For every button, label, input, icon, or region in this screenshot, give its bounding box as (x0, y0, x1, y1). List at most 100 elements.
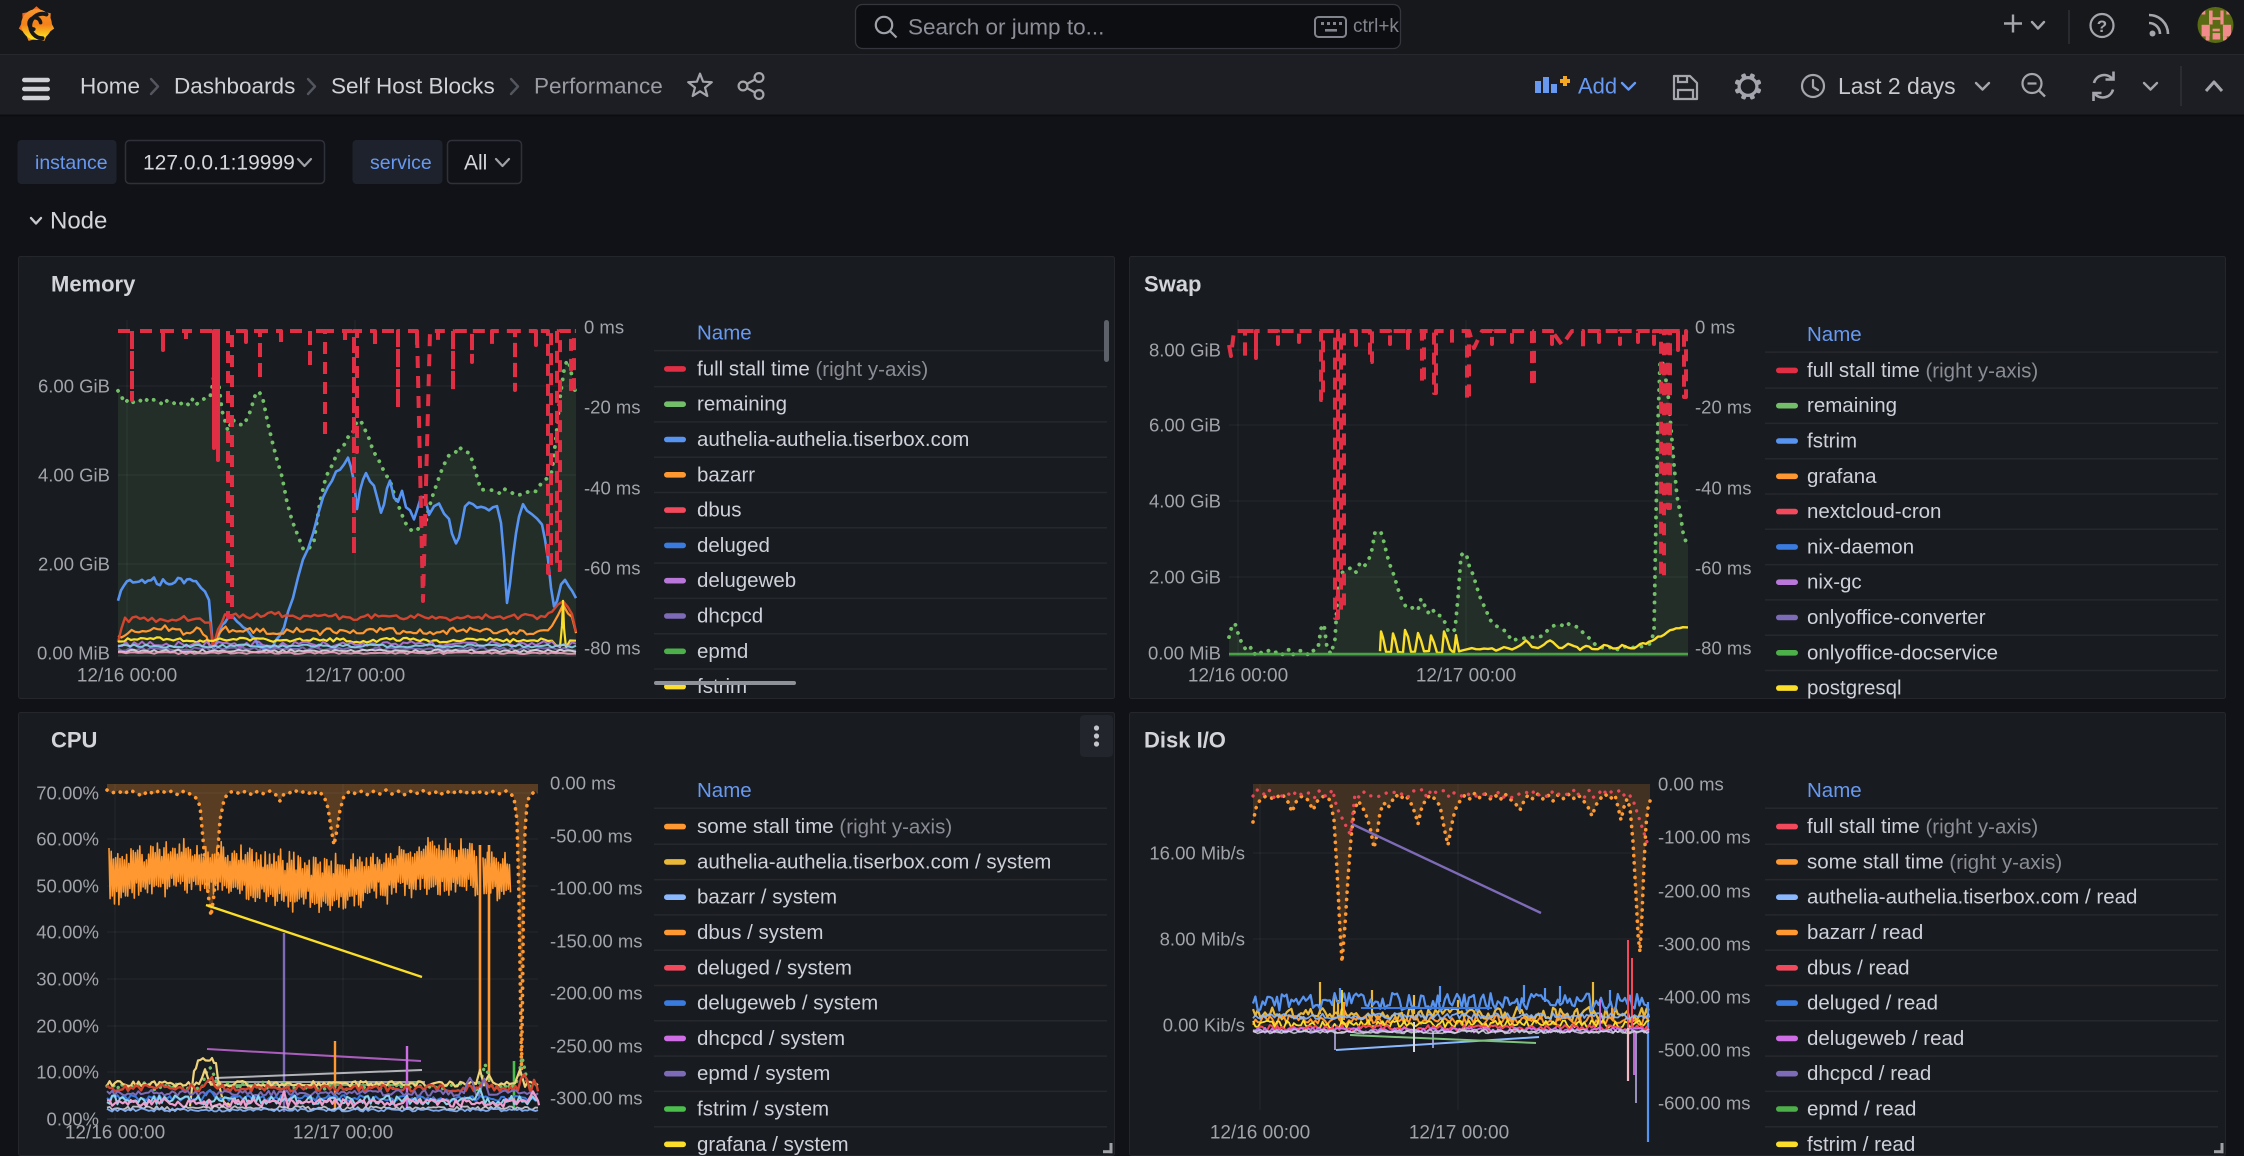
svg-text:some stall time (right y-axis): some stall time (right y-axis) (1807, 850, 2062, 873)
svg-text:authelia-authelia.tiserbox.com: authelia-authelia.tiserbox.com / system (697, 850, 1051, 873)
svg-text:Add: Add (1578, 74, 1617, 99)
svg-text:authelia-authelia.tiserbox.com: authelia-authelia.tiserbox.com / read (1807, 886, 2137, 909)
svg-text:4.00 GiB: 4.00 GiB (1149, 491, 1221, 512)
svg-text:-200.00 ms: -200.00 ms (1658, 881, 1751, 902)
svg-text:full stall time (right y-axis): full stall time (right y-axis) (1807, 815, 2038, 838)
svg-text:-100.00 ms: -100.00 ms (1658, 827, 1751, 848)
svg-text:delugeweb: delugeweb (697, 569, 796, 592)
svg-text:8.00 Mib/s: 8.00 Mib/s (1160, 929, 1245, 950)
svg-text:16.00 Mib/s: 16.00 Mib/s (1149, 843, 1245, 864)
svg-text:full stall time (right y-axis): full stall time (right y-axis) (1807, 359, 2038, 382)
svg-text:some stall time (right y-axis): some stall time (right y-axis) (697, 815, 952, 838)
svg-text:grafana / system: grafana / system (697, 1133, 849, 1156)
svg-text:-80 ms: -80 ms (1695, 638, 1752, 659)
svg-text:fstrim / read: fstrim / read (1807, 1133, 1915, 1156)
svg-text:Performance: Performance (534, 74, 663, 99)
svg-text:Disk I/O: Disk I/O (1144, 728, 1226, 753)
svg-text:dbus / system: dbus / system (697, 921, 823, 944)
svg-text:full stall time (right y-axis): full stall time (right y-axis) (697, 357, 928, 380)
svg-text:12/16 00:00: 12/16 00:00 (65, 1123, 165, 1144)
svg-text:Dashboards: Dashboards (174, 74, 295, 99)
svg-text:-100.00 ms: -100.00 ms (550, 878, 643, 899)
svg-text:-60 ms: -60 ms (584, 558, 641, 579)
svg-text:fstrim: fstrim (1807, 430, 1857, 453)
svg-text:60.00%: 60.00% (36, 829, 99, 850)
svg-text:Last 2 days: Last 2 days (1838, 73, 1956, 99)
svg-text:Name: Name (697, 779, 752, 802)
svg-text:dhcpcd: dhcpcd (697, 605, 763, 628)
svg-text:-500.00 ms: -500.00 ms (1658, 1040, 1751, 1061)
svg-text:70.00%: 70.00% (36, 783, 99, 804)
svg-text:Self Host Blocks: Self Host Blocks (331, 74, 495, 99)
svg-text:12/17 00:00: 12/17 00:00 (1409, 1123, 1509, 1144)
svg-text:onlyoffice-converter: onlyoffice-converter (1807, 606, 1986, 629)
svg-text:12/17 00:00: 12/17 00:00 (1416, 666, 1516, 687)
svg-text:12/16 00:00: 12/16 00:00 (1210, 1123, 1310, 1144)
svg-text:?: ? (2097, 17, 2107, 36)
svg-text:-20 ms: -20 ms (584, 397, 641, 418)
svg-text:remaining: remaining (1807, 394, 1897, 417)
svg-text:6.00 GiB: 6.00 GiB (38, 376, 110, 397)
svg-text:nix-daemon: nix-daemon (1807, 535, 1914, 558)
svg-text:20.00%: 20.00% (36, 1016, 99, 1037)
svg-text:127.0.0.1:19999: 127.0.0.1:19999 (143, 152, 295, 175)
svg-text:epmd / read: epmd / read (1807, 1098, 1916, 1121)
svg-text:-600.00 ms: -600.00 ms (1658, 1093, 1751, 1114)
svg-text:-150.00 ms: -150.00 ms (550, 931, 643, 952)
svg-text:-250.00 ms: -250.00 ms (550, 1036, 643, 1057)
svg-text:delugeweb / system: delugeweb / system (697, 992, 878, 1015)
svg-text:-200.00 ms: -200.00 ms (550, 983, 643, 1004)
svg-text:deluged: deluged (697, 534, 770, 557)
svg-text:bazarr: bazarr (697, 463, 755, 486)
svg-text:delugeweb / read: delugeweb / read (1807, 1027, 1964, 1050)
svg-text:-20 ms: -20 ms (1695, 397, 1752, 418)
svg-text:service: service (370, 152, 432, 174)
svg-text:nix-gc: nix-gc (1807, 571, 1862, 594)
svg-text:bazarr / system: bazarr / system (697, 886, 837, 909)
svg-text:2.00 GiB: 2.00 GiB (38, 554, 110, 575)
svg-text:Node: Node (50, 208, 107, 235)
svg-text:12/17 00:00: 12/17 00:00 (305, 666, 405, 687)
svg-text:Home: Home (80, 74, 140, 99)
svg-text:postgresql: postgresql (1807, 677, 1902, 699)
svg-text:epmd / system: epmd / system (697, 1062, 830, 1085)
svg-text:10.00%: 10.00% (36, 1062, 99, 1083)
svg-text:8.00 GiB: 8.00 GiB (1149, 340, 1221, 361)
svg-text:Name: Name (697, 322, 752, 345)
svg-text:fstrim: fstrim (697, 675, 747, 698)
svg-text:fstrim / system: fstrim / system (697, 1098, 829, 1121)
svg-text:instance: instance (35, 152, 108, 174)
svg-text:12/16 00:00: 12/16 00:00 (77, 666, 177, 687)
svg-text:dhcpcd / read: dhcpcd / read (1807, 1062, 1931, 1085)
svg-text:4.00 GiB: 4.00 GiB (38, 465, 110, 486)
svg-text:epmd: epmd (697, 640, 748, 663)
svg-text:deluged / system: deluged / system (697, 956, 852, 979)
svg-text:Swap: Swap (1144, 272, 1201, 297)
svg-text:dbus / read: dbus / read (1807, 956, 1910, 979)
svg-text:2.00 GiB: 2.00 GiB (1149, 567, 1221, 588)
svg-text:Name: Name (1807, 323, 1862, 346)
svg-text:0 ms: 0 ms (1695, 317, 1735, 338)
svg-text:-60 ms: -60 ms (1695, 558, 1752, 579)
svg-text:Memory: Memory (51, 272, 136, 297)
svg-text:0.00 MiB: 0.00 MiB (1148, 643, 1221, 664)
svg-text:-50.00 ms: -50.00 ms (550, 826, 632, 847)
svg-text:remaining: remaining (697, 393, 787, 416)
svg-text:-300.00 ms: -300.00 ms (1658, 934, 1751, 955)
svg-text:0 ms: 0 ms (584, 317, 624, 338)
svg-text:nextcloud-cron: nextcloud-cron (1807, 500, 1941, 523)
svg-text:Search or jump to...: Search or jump to... (908, 15, 1104, 40)
svg-text:40.00%: 40.00% (36, 922, 99, 943)
svg-text:30.00%: 30.00% (36, 969, 99, 990)
svg-text:12/17 00:00: 12/17 00:00 (293, 1123, 393, 1144)
svg-text:50.00%: 50.00% (36, 876, 99, 897)
svg-text:-300.00 ms: -300.00 ms (550, 1088, 643, 1109)
svg-text:0.00 MiB: 0.00 MiB (37, 643, 110, 664)
svg-text:12/16 00:00: 12/16 00:00 (1188, 666, 1288, 687)
svg-text:ctrl+k: ctrl+k (1353, 16, 1399, 37)
svg-text:-40 ms: -40 ms (584, 478, 641, 499)
svg-text:CPU: CPU (51, 728, 97, 753)
svg-text:0.00 ms: 0.00 ms (550, 773, 616, 794)
svg-text:authelia-authelia.tiserbox.com: authelia-authelia.tiserbox.com (697, 428, 969, 451)
svg-text:0.00 ms: 0.00 ms (1658, 774, 1724, 795)
